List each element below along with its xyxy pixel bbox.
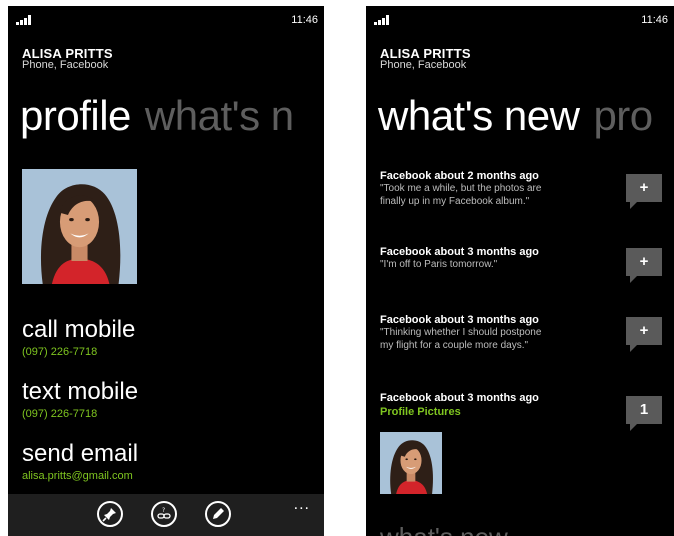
signal-icon bbox=[16, 15, 36, 25]
profile-picture-thumbnail[interactable] bbox=[380, 432, 442, 494]
email-address: alisa.pritts@gmail.com bbox=[22, 470, 133, 482]
signal-icon bbox=[374, 15, 394, 25]
edit-button[interactable] bbox=[205, 501, 231, 527]
status-bar: 11:46 bbox=[366, 6, 674, 32]
pivot-tab-profile[interactable]: profile bbox=[20, 92, 131, 139]
action-label: send email bbox=[22, 440, 139, 467]
feed-item-title: Facebook about 2 months ago bbox=[380, 170, 539, 182]
feed-item[interactable]: Facebook about 2 months ago "Took me a w… bbox=[380, 170, 600, 208]
pivot-tab-whats-new[interactable]: what's n bbox=[145, 92, 294, 139]
pin-icon bbox=[102, 508, 116, 522]
pivot-header: what's new pro bbox=[378, 92, 653, 140]
feed-item[interactable]: Facebook about 3 months ago "I'm off to … bbox=[380, 246, 600, 271]
call-mobile-action[interactable]: call mobile (097) 226-7718 bbox=[22, 316, 135, 358]
status-bar: 11:46 bbox=[8, 6, 324, 32]
pivot-tab-whats-new[interactable]: what's new bbox=[378, 92, 580, 139]
pivot-header: profile what's n bbox=[20, 92, 294, 140]
clock: 11:46 bbox=[641, 14, 668, 26]
comment-bubble[interactable]: + bbox=[626, 174, 662, 209]
feed-item-title: Facebook about 3 months ago bbox=[380, 392, 539, 404]
feed-item-text: my flight for a couple more days." bbox=[380, 340, 529, 351]
edit-icon bbox=[213, 508, 224, 519]
feed-item-text: finally up in my Facebook album." bbox=[380, 196, 530, 207]
app-bar: ? ... bbox=[8, 494, 324, 536]
feed-item-text: "I'm off to Paris tomorrow." bbox=[380, 259, 498, 270]
comment-bubble[interactable]: + bbox=[626, 248, 662, 283]
link-button[interactable]: ? bbox=[151, 501, 177, 527]
contact-photo bbox=[22, 169, 137, 284]
action-label: call mobile bbox=[22, 316, 136, 343]
text-mobile-action[interactable]: text mobile (097) 226-7718 bbox=[22, 378, 138, 420]
feed-item[interactable]: Facebook about 3 months ago Profile Pict… bbox=[380, 392, 600, 418]
comment-bubble[interactable]: 1 bbox=[626, 396, 662, 431]
contact-sources: Phone, Facebook bbox=[380, 59, 467, 71]
contact-sources: Phone, Facebook bbox=[22, 59, 109, 71]
link-icon: ? bbox=[157, 507, 171, 519]
comment-bubble[interactable]: + bbox=[626, 317, 662, 352]
phone-number: (097) 226-7718 bbox=[22, 346, 98, 358]
send-email-action[interactable]: send email alisa.pritts@gmail.com bbox=[22, 440, 138, 482]
feed-item-text: "Thinking whether I should postpone bbox=[380, 327, 542, 338]
action-label: text mobile bbox=[22, 378, 139, 405]
feed-item-text: "Took me a while, but the photos are bbox=[380, 183, 542, 194]
profile-pictures-link[interactable]: Profile Pictures bbox=[380, 406, 600, 418]
next-pivot-peek: what's new bbox=[380, 522, 508, 536]
pin-button[interactable] bbox=[97, 501, 123, 527]
more-menu-button[interactable]: ... bbox=[294, 496, 310, 514]
svg-text:?: ? bbox=[162, 507, 165, 514]
feed-item-title: Facebook about 3 months ago bbox=[380, 314, 539, 326]
clock: 11:46 bbox=[291, 14, 318, 26]
pivot-tab-profile[interactable]: pro bbox=[593, 92, 653, 139]
feed-item[interactable]: Facebook about 3 months ago "Thinking wh… bbox=[380, 314, 600, 352]
profile-screen: 11:46 ALISA PRITTS Phone, Facebook profi… bbox=[8, 6, 324, 536]
whats-new-screen: 11:46 ALISA PRITTS Phone, Facebook what'… bbox=[366, 6, 674, 536]
phone-number: (097) 226-7718 bbox=[22, 408, 98, 420]
feed-item-title: Facebook about 3 months ago bbox=[380, 246, 539, 258]
